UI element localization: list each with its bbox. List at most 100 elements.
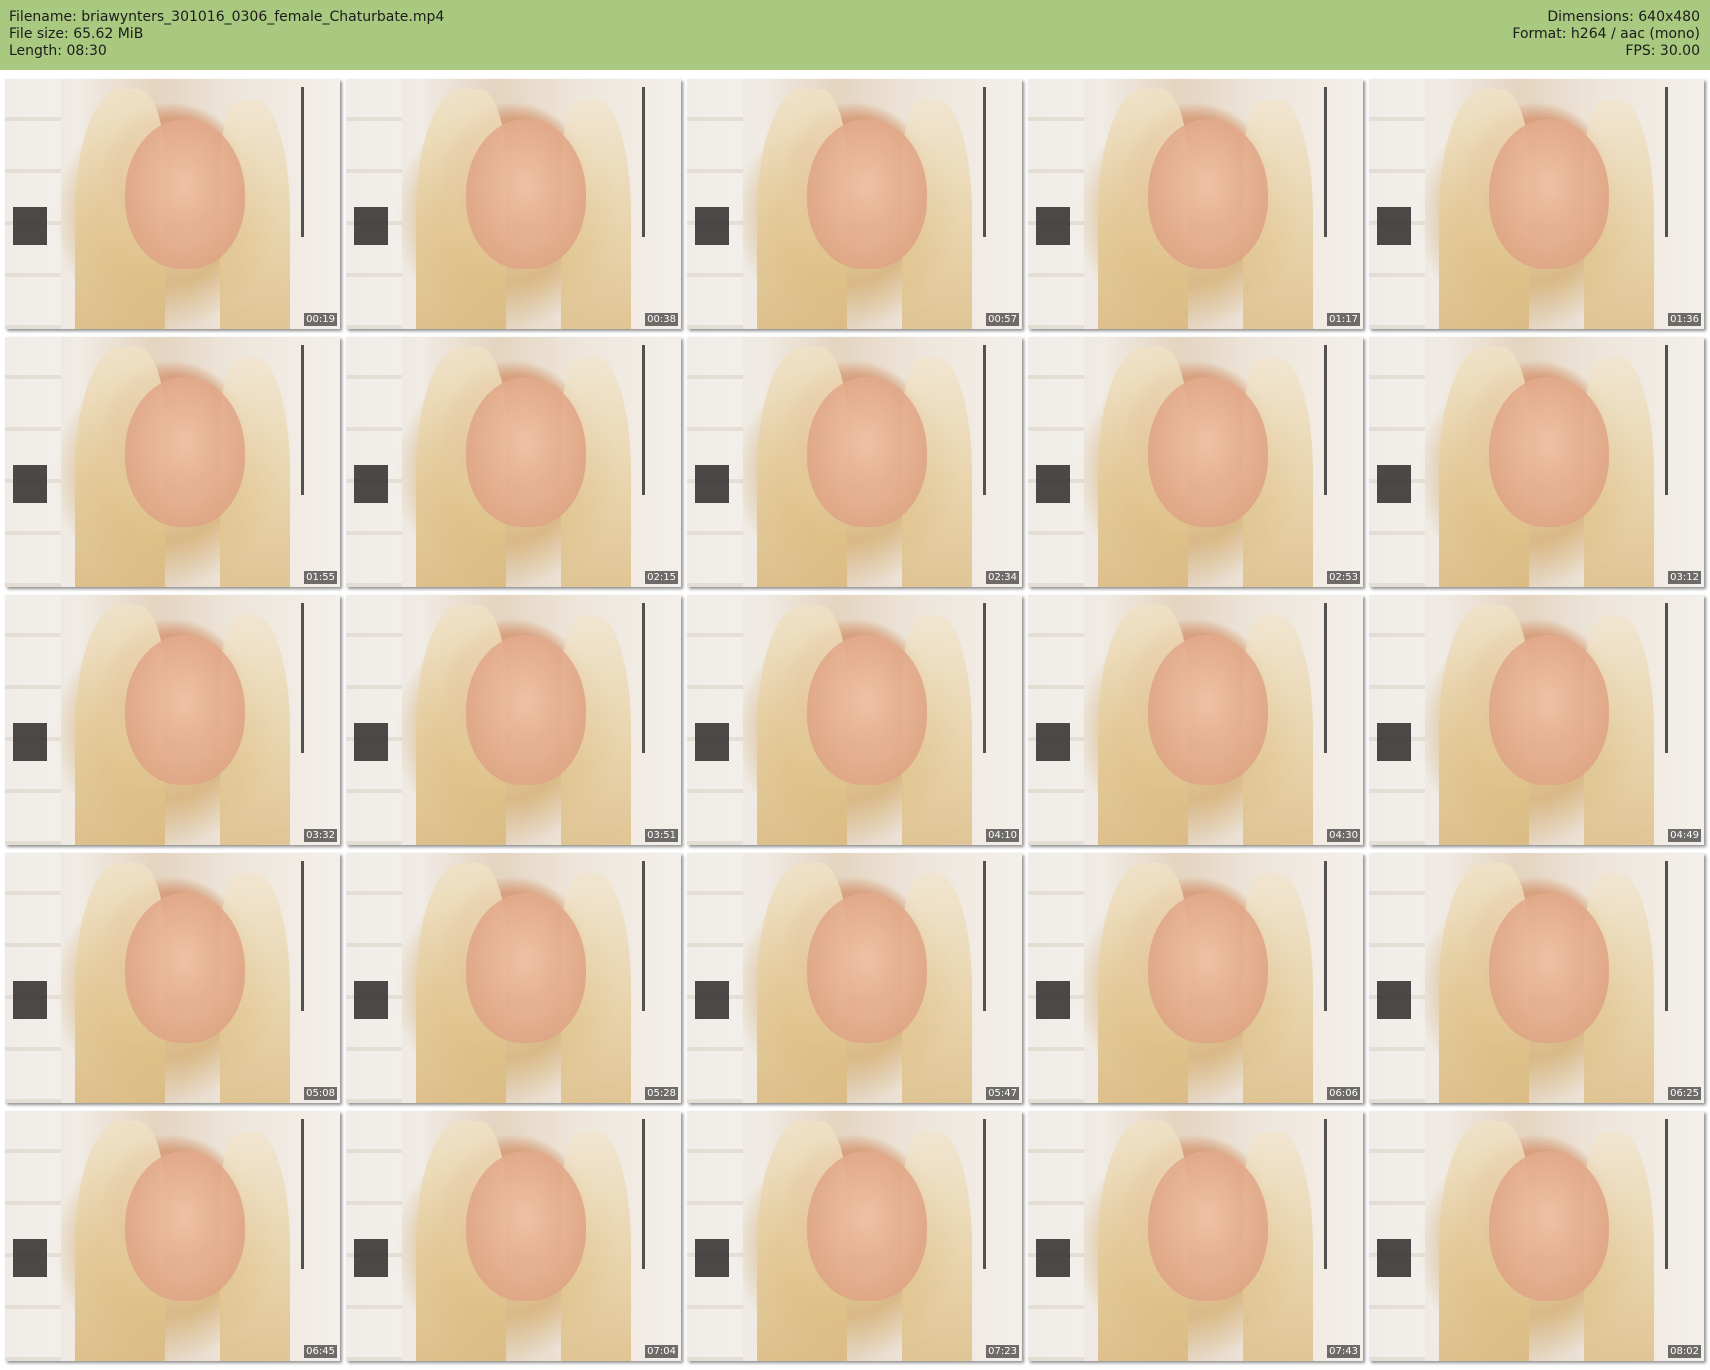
dimensions-text: Dimensions: 640x480 [1547, 9, 1700, 25]
video-thumbnail: 03:51 [346, 595, 681, 845]
light-stand [301, 603, 304, 753]
light-stand [301, 87, 304, 237]
face-shape [466, 635, 586, 785]
thumbnail-timestamp: 06:45 [304, 1345, 337, 1358]
thumbnail-timestamp: 02:15 [645, 571, 678, 584]
light-stand [1665, 87, 1668, 237]
light-stand [642, 603, 645, 753]
thumbnail-timestamp: 03:32 [304, 829, 337, 842]
face-shape [1489, 893, 1609, 1043]
thumbnail-timestamp: 08:02 [1668, 1345, 1701, 1358]
video-thumbnail: 03:32 [5, 595, 340, 845]
thumbnail-timestamp: 01:36 [1668, 313, 1701, 326]
thumbnail-timestamp: 03:51 [645, 829, 678, 842]
storage-box [354, 465, 388, 503]
header-left: Filename: briawynters_301016_0306_female… [9, 9, 444, 60]
storage-box [354, 1239, 388, 1277]
filename-text: Filename: briawynters_301016_0306_female… [9, 9, 445, 25]
storage-box [354, 723, 388, 761]
header-right: Dimensions: 640x480 Format: h264 / aac (… [1512, 9, 1700, 60]
video-thumbnail: 05:47 [687, 853, 1022, 1103]
light-stand [1324, 861, 1327, 1011]
storage-box [13, 981, 47, 1019]
storage-box [1036, 465, 1070, 503]
video-thumbnail: 04:49 [1369, 595, 1704, 845]
thumbnail-timestamp: 00:38 [645, 313, 678, 326]
video-thumbnail: 01:17 [1028, 79, 1363, 329]
shelf-background [1028, 1111, 1084, 1361]
storage-box [354, 981, 388, 1019]
face-shape [125, 893, 245, 1043]
storage-box [1377, 723, 1411, 761]
storage-box [13, 723, 47, 761]
shelf-background [1028, 337, 1084, 587]
light-stand [642, 87, 645, 237]
thumbnail-timestamp: 02:53 [1327, 571, 1360, 584]
shelf-background [5, 853, 61, 1103]
light-stand [1665, 345, 1668, 495]
shelf-background [346, 79, 402, 329]
light-stand [1665, 1119, 1668, 1269]
shelf-background [1028, 595, 1084, 845]
thumbnail-timestamp: 01:55 [304, 571, 337, 584]
shelf-background [5, 337, 61, 587]
light-stand [983, 345, 986, 495]
light-stand [983, 861, 986, 1011]
storage-box [13, 465, 47, 503]
light-stand [1665, 603, 1668, 753]
face-shape [807, 635, 927, 785]
face-shape [125, 1151, 245, 1301]
shelf-background [687, 1111, 743, 1361]
video-thumbnail: 04:10 [687, 595, 1022, 845]
shelf-background [346, 853, 402, 1103]
face-shape [125, 635, 245, 785]
light-stand [1324, 603, 1327, 753]
face-shape [807, 893, 927, 1043]
thumbnail-timestamp: 00:57 [986, 313, 1019, 326]
light-stand [1665, 861, 1668, 1011]
thumbnail-timestamp: 07:04 [645, 1345, 678, 1358]
shelf-background [1028, 79, 1084, 329]
storage-box [1036, 723, 1070, 761]
thumbnail-timestamp: 01:17 [1327, 313, 1360, 326]
thumbnail-timestamp: 07:43 [1327, 1345, 1360, 1358]
video-thumbnail: 06:06 [1028, 853, 1363, 1103]
video-thumbnail: 02:34 [687, 337, 1022, 587]
storage-box [354, 207, 388, 245]
shelf-background [687, 853, 743, 1103]
length-text: Length: 08:30 [9, 43, 107, 59]
thumbnail-timestamp: 04:10 [986, 829, 1019, 842]
shelf-background [346, 1111, 402, 1361]
face-shape [1148, 893, 1268, 1043]
face-shape [807, 1151, 927, 1301]
video-thumbnail: 03:12 [1369, 337, 1704, 587]
storage-box [13, 207, 47, 245]
storage-box [695, 723, 729, 761]
video-thumbnail: 07:04 [346, 1111, 681, 1361]
video-thumbnail: 05:08 [5, 853, 340, 1103]
face-shape [466, 377, 586, 527]
light-stand [642, 345, 645, 495]
storage-box [1377, 1239, 1411, 1277]
face-shape [466, 119, 586, 269]
light-stand [301, 1119, 304, 1269]
thumbnail-timestamp: 06:25 [1668, 1087, 1701, 1100]
light-stand [301, 345, 304, 495]
thumbnail-timestamp: 06:06 [1327, 1087, 1360, 1100]
face-shape [1489, 1151, 1609, 1301]
shelf-background [346, 595, 402, 845]
face-shape [1489, 377, 1609, 527]
storage-box [695, 207, 729, 245]
info-header: Filename: briawynters_301016_0306_female… [0, 0, 1710, 70]
face-shape [125, 119, 245, 269]
shelf-background [687, 337, 743, 587]
light-stand [642, 1119, 645, 1269]
face-shape [466, 893, 586, 1043]
shelf-background [1028, 853, 1084, 1103]
thumbnail-grid: 00:19 00:38 00:57 01:17 01:36 01:55 02:15 02:34… [0, 78, 1710, 1368]
video-thumbnail: 04:30 [1028, 595, 1363, 845]
shelf-background [5, 79, 61, 329]
video-thumbnail: 08:02 [1369, 1111, 1704, 1361]
thumbnail-timestamp: 03:12 [1668, 571, 1701, 584]
face-shape [807, 119, 927, 269]
